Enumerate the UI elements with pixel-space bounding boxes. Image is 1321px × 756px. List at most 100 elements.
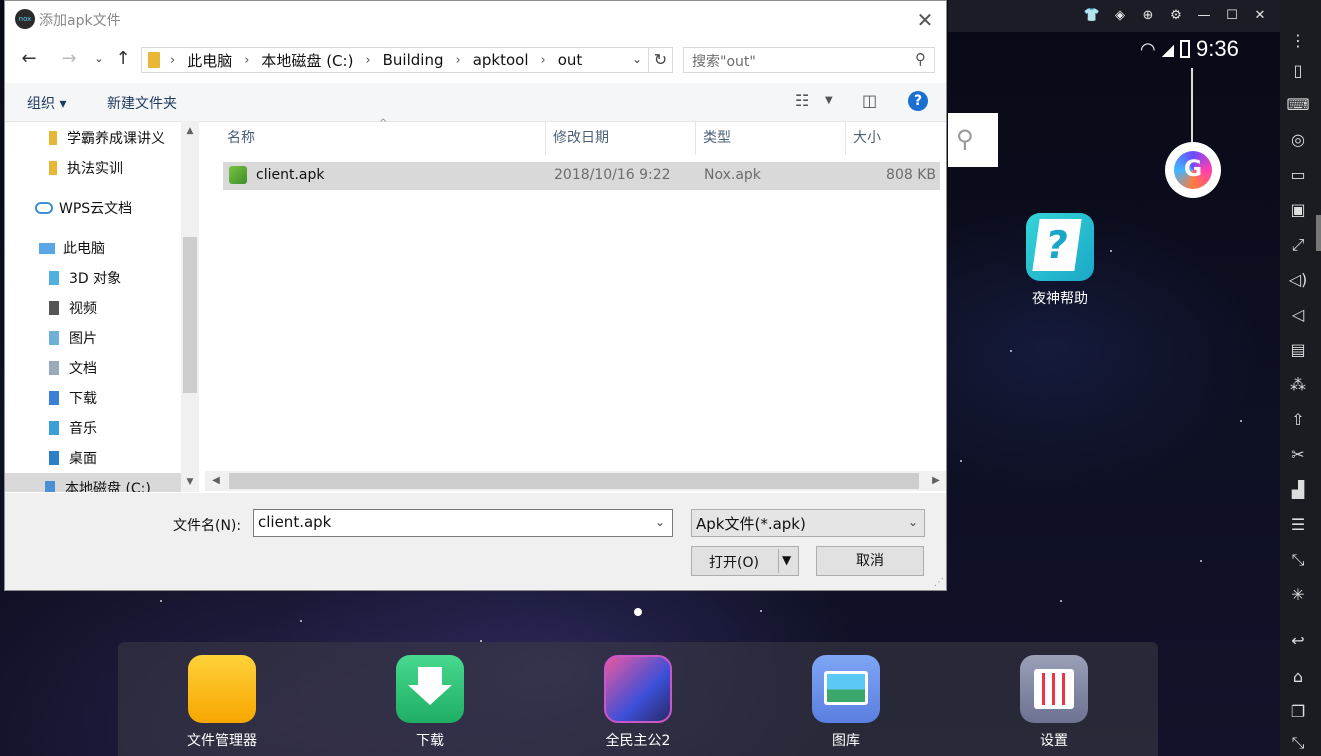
macro-icon[interactable]: ⁂ <box>1280 372 1316 398</box>
column-header-size[interactable]: 大小 <box>853 121 881 155</box>
file-manager-icon[interactable] <box>188 655 256 723</box>
menu-lines-icon[interactable]: ☰ <box>1280 512 1316 538</box>
download-app-icon[interactable] <box>396 655 464 723</box>
maximize-icon[interactable]: ☐ <box>1218 7 1246 25</box>
gear-icon[interactable]: ⚙ <box>1162 7 1190 25</box>
column-header-name[interactable]: 名称 <box>227 121 255 155</box>
loading-icon[interactable]: ✳ <box>1280 582 1316 608</box>
view-dropdown-icon[interactable]: ▼ <box>825 95 833 106</box>
chevron-right-icon[interactable]: › <box>541 53 546 68</box>
new-folder-button[interactable]: 新建文件夹 <box>107 93 177 113</box>
column-divider[interactable] <box>695 121 696 155</box>
keyboard-icon[interactable]: ⌨ <box>1280 92 1316 118</box>
search-box[interactable]: 搜索"out" ⚲ <box>683 47 935 73</box>
nav-item-selected[interactable]: 本地磁盘 (C:) <box>5 473 181 492</box>
shirt-icon[interactable]: 👕 <box>1078 7 1106 25</box>
nav-pane-scrollbar[interactable]: ▲ ▼ <box>181 121 199 492</box>
nav-item[interactable]: 图片 <box>49 323 97 353</box>
breadcrumb-out[interactable]: out <box>558 51 583 69</box>
cancel-button[interactable]: 取消 <box>816 546 924 576</box>
back-icon[interactable]: ↩ <box>1280 628 1316 654</box>
view-options-icon[interactable]: ☷ <box>795 91 809 110</box>
nav-item[interactable]: 学霸养成课讲义 <box>49 123 165 153</box>
horizontal-scrollbar[interactable]: ◀ ▶ <box>205 471 946 491</box>
screenshot-icon[interactable]: ▣ <box>1280 197 1316 223</box>
table-row[interactable]: client.apk 2018/10/16 9:22 Nox.apk 808 K… <box>223 162 940 190</box>
scroll-up-icon[interactable]: ▲ <box>183 124 197 138</box>
scroll-down-icon[interactable]: ▼ <box>183 475 197 489</box>
apk-install-icon[interactable]: ⇧ <box>1280 407 1316 433</box>
nav-item[interactable]: 文档 <box>49 353 97 383</box>
resize-icon[interactable]: ⤡ <box>1280 547 1316 573</box>
filename-input[interactable]: client.apk <box>253 509 673 537</box>
volume-up-icon[interactable]: ◁) <box>1280 267 1316 293</box>
recent-locations-chevron-icon[interactable]: ⌄ <box>87 47 111 71</box>
scroll-thumb[interactable] <box>183 237 197 393</box>
nav-item[interactable]: 视频 <box>49 293 97 323</box>
star <box>960 460 962 462</box>
home-icon[interactable]: ⌂ <box>1280 664 1316 690</box>
scroll-thumb[interactable] <box>229 473 919 489</box>
expand-icon[interactable]: ⤡ <box>1280 730 1316 756</box>
address-dropdown-icon[interactable]: ⌄ <box>627 47 647 71</box>
minimize-icon[interactable]: — <box>1190 7 1218 25</box>
close-button[interactable]: ✕ <box>910 7 940 33</box>
volume-down-icon[interactable]: ◁ <box>1280 302 1316 328</box>
pin-icon[interactable]: ⊕ <box>1134 7 1162 25</box>
column-divider[interactable] <box>845 121 846 155</box>
nav-item[interactable]: 桌面 <box>49 443 97 473</box>
nav-item[interactable]: 此电脑 <box>39 233 105 263</box>
filename-dropdown-icon[interactable]: ⌄ <box>655 515 665 529</box>
open-dropdown-icon[interactable]: ▼ <box>782 553 791 567</box>
close-icon[interactable]: ✕ <box>1246 7 1274 25</box>
breadcrumb-this-pc[interactable]: 此电脑 <box>187 50 232 71</box>
shake-icon[interactable]: ▯ <box>1280 58 1316 84</box>
column-divider[interactable] <box>545 121 546 155</box>
settings-icon[interactable] <box>1020 655 1088 723</box>
breadcrumb-building[interactable]: Building <box>383 51 444 69</box>
recent-apps-icon[interactable]: ❐ <box>1280 699 1316 725</box>
chevron-right-icon[interactable]: › <box>170 53 175 68</box>
resize-grip-icon[interactable]: ⋰ <box>934 577 944 588</box>
more-icon[interactable]: ⋮ <box>1280 28 1316 54</box>
gallery-icon[interactable] <box>812 655 880 723</box>
android-search-bar[interactable]: ⚲ <box>948 113 998 167</box>
nav-item[interactable]: WPS云文档 <box>35 193 132 223</box>
filetype-select[interactable]: Apk文件(*.apk) <box>691 509 925 537</box>
back-arrow-icon[interactable]: ← <box>17 47 41 71</box>
toolbox-icon[interactable]: ▤ <box>1280 337 1316 363</box>
scroll-right-icon[interactable]: ▶ <box>929 474 943 488</box>
nav-item[interactable]: 下载 <box>49 383 97 413</box>
game-icon[interactable] <box>604 655 672 723</box>
menu-icon[interactable]: ◈ <box>1106 7 1134 25</box>
open-button[interactable]: 打开(O) ▼ <box>691 546 799 576</box>
filetype-dropdown-icon[interactable]: ⌄ <box>908 515 918 529</box>
column-header-type[interactable]: 类型 <box>703 121 731 155</box>
chevron-right-icon[interactable]: › <box>244 53 249 68</box>
nav-item[interactable]: 3D 对象 <box>49 263 121 293</box>
chevron-right-icon[interactable]: › <box>455 53 460 68</box>
sidebar-scrollbar[interactable] <box>1316 215 1321 251</box>
help-app-icon[interactable]: ? <box>1026 213 1094 281</box>
scissors-icon[interactable]: ✂ <box>1280 442 1316 468</box>
refresh-icon[interactable]: ↻ <box>649 47 673 73</box>
chevron-right-icon[interactable]: › <box>365 53 370 68</box>
breadcrumb-drive-c[interactable]: 本地磁盘 (C:) <box>261 50 353 71</box>
fullscreen-icon[interactable]: ⤢ <box>1280 232 1316 258</box>
up-arrow-icon[interactable]: ↑ <box>111 47 135 71</box>
dialog-title-bar[interactable]: nox 添加apk文件 ✕ <box>5 1 946 39</box>
location-icon[interactable]: ◎ <box>1280 127 1316 153</box>
breadcrumb-apktool[interactable]: apktool <box>473 51 529 69</box>
sync-icon[interactable]: ▟ <box>1280 477 1316 503</box>
help-icon[interactable]: ? <box>908 91 928 111</box>
preview-pane-icon[interactable]: ◫ <box>862 91 877 110</box>
column-header-date[interactable]: 修改日期 <box>553 121 609 155</box>
nav-item[interactable]: 音乐 <box>49 413 97 443</box>
nav-item[interactable]: 执法实训 <box>49 153 123 183</box>
assistant-button[interactable]: G <box>1165 142 1221 198</box>
address-bar[interactable]: › 此电脑 › 本地磁盘 (C:) › Building › apktool ›… <box>141 47 649 73</box>
organize-button[interactable]: 组织 ▾ <box>27 93 66 113</box>
multi-instance-icon[interactable]: ▭ <box>1280 162 1316 188</box>
scroll-left-icon[interactable]: ◀ <box>209 474 223 488</box>
forward-arrow-icon[interactable]: → <box>57 47 81 71</box>
